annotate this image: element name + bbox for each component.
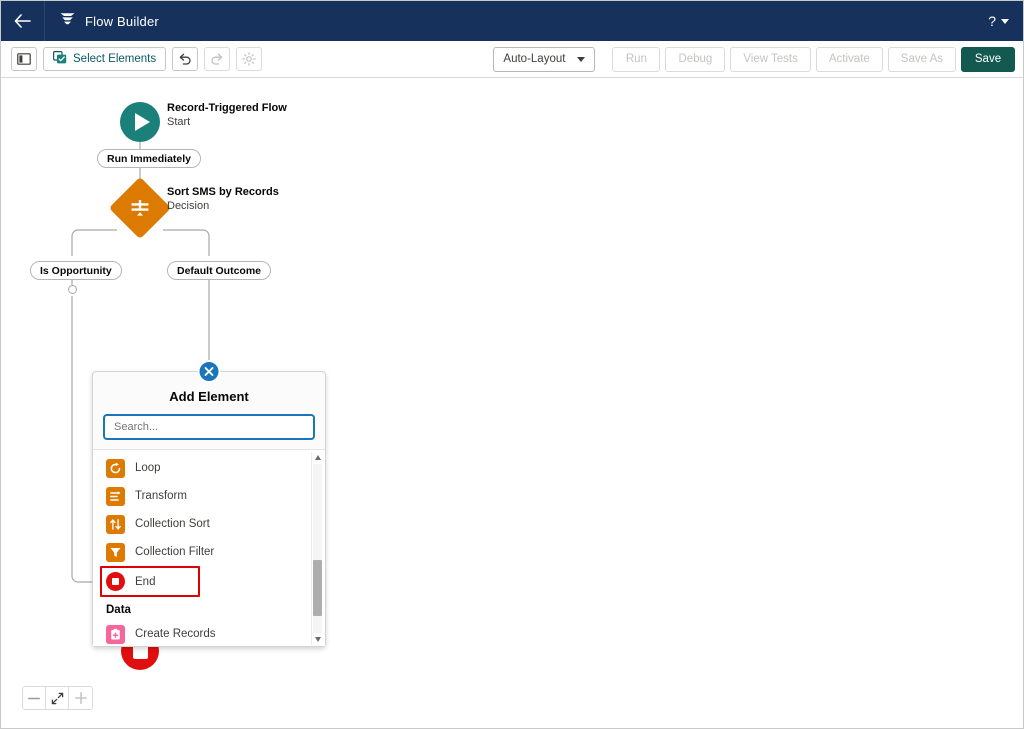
element-item-label: Collection Sort xyxy=(135,518,210,530)
loop-icon xyxy=(106,458,125,478)
element-item-label: Transform xyxy=(135,490,187,502)
toolbar-left-group: Select Elements xyxy=(11,47,263,71)
element-item-end[interactable]: End xyxy=(100,566,200,597)
help-icon: ? xyxy=(988,13,996,29)
decision-node-label: Sort SMS by Records Decision xyxy=(167,186,279,213)
add-element-popover: Add Element Loop xyxy=(92,360,326,647)
run-button[interactable]: Run xyxy=(612,46,661,72)
start-node-name: Record-Triggered Flow xyxy=(167,102,287,114)
fit-to-view-button[interactable] xyxy=(46,687,69,709)
builder-toolbar: Select Elements Auto-Layout Run Debug Vi… xyxy=(1,41,1023,78)
element-item-loop[interactable]: Loop xyxy=(93,454,308,482)
flow-builder-app: Flow Builder ? Select Elements Auto-Layo… xyxy=(0,0,1024,729)
zoom-controls xyxy=(22,686,93,710)
select-elements-icon xyxy=(53,51,67,67)
page-title: Flow Builder xyxy=(85,13,159,29)
branch-pill-is-opportunity[interactable]: Is Opportunity xyxy=(30,261,122,280)
zoom-in-button[interactable] xyxy=(69,687,92,709)
end-stop-icon xyxy=(106,572,125,591)
layout-mode-value: Auto-Layout xyxy=(503,53,566,65)
flow-canvas[interactable]: Record-Triggered Flow Start Run Immediat… xyxy=(1,78,1023,728)
layout-mode-select[interactable]: Auto-Layout xyxy=(493,46,596,72)
left-branch-connector-dot[interactable] xyxy=(68,285,77,294)
toolbar-right-group: Run Debug View Tests Activate Save As Sa… xyxy=(612,46,1015,72)
decision-node-type: Decision xyxy=(167,200,210,212)
scroll-up-arrow-icon[interactable] xyxy=(312,452,323,463)
view-tests-button[interactable]: View Tests xyxy=(730,46,811,72)
help-menu-button[interactable]: ? xyxy=(988,13,1023,29)
fit-to-view-icon xyxy=(51,692,63,704)
select-elements-button[interactable]: Select Elements xyxy=(43,47,167,71)
decision-node-name: Sort SMS by Records xyxy=(167,186,279,198)
zoom-out-button[interactable] xyxy=(23,687,46,709)
undo-button[interactable] xyxy=(172,47,199,71)
popover-search-wrap xyxy=(93,414,325,449)
start-node-label: Record-Triggered Flow Start xyxy=(167,102,287,129)
element-list: Loop Transform Collection Sort Collectio… xyxy=(93,450,308,646)
transform-icon xyxy=(106,486,125,506)
search-input[interactable] xyxy=(103,414,315,440)
close-popover-button[interactable] xyxy=(197,360,221,383)
schedule-pill[interactable]: Run Immediately xyxy=(97,149,202,168)
chevron-down-icon xyxy=(1001,18,1009,24)
select-elements-label: Select Elements xyxy=(73,53,157,65)
element-item-label: Collection Filter xyxy=(135,546,215,558)
start-node[interactable] xyxy=(120,102,160,142)
save-button[interactable]: Save xyxy=(961,46,1015,72)
element-list-container[interactable]: Loop Transform Collection Sort Collectio… xyxy=(93,449,325,646)
activate-button[interactable]: Activate xyxy=(815,46,883,72)
element-item-label: Create Records xyxy=(135,628,216,640)
element-section-data: Data xyxy=(106,604,131,616)
element-item-create-records[interactable]: Create Records xyxy=(93,620,308,646)
start-node-type: Start xyxy=(167,116,191,128)
element-item-label: End xyxy=(135,575,156,588)
collection-sort-icon xyxy=(106,514,125,534)
scrollbar-thumb[interactable] xyxy=(313,560,322,616)
save-as-button[interactable]: Save As xyxy=(887,46,956,72)
element-item-transform[interactable]: Transform xyxy=(93,482,308,510)
element-item-label: Loop xyxy=(135,462,161,474)
debug-button[interactable]: Debug xyxy=(665,46,726,72)
flow-builder-icon xyxy=(59,11,76,31)
plus-icon xyxy=(74,692,87,704)
element-list-scrollbar[interactable] xyxy=(311,452,322,645)
create-records-icon xyxy=(106,624,125,644)
app-brand: Flow Builder xyxy=(45,1,159,41)
branch-pill-default-outcome[interactable]: Default Outcome xyxy=(167,261,272,280)
collection-filter-icon xyxy=(106,542,125,562)
toggle-left-panel-button[interactable] xyxy=(11,47,37,71)
redo-button[interactable] xyxy=(204,47,231,71)
close-icon xyxy=(204,367,214,376)
element-item-collection-filter[interactable]: Collection Filter xyxy=(93,538,308,566)
minus-icon xyxy=(28,697,40,699)
chevron-down-icon xyxy=(577,56,586,62)
settings-button[interactable] xyxy=(236,47,263,71)
scroll-down-arrow-icon[interactable] xyxy=(312,634,323,645)
element-item-collection-sort[interactable]: Collection Sort xyxy=(93,510,308,538)
back-button[interactable] xyxy=(1,1,45,41)
global-header: Flow Builder ? xyxy=(1,1,1023,41)
play-icon xyxy=(134,113,150,131)
